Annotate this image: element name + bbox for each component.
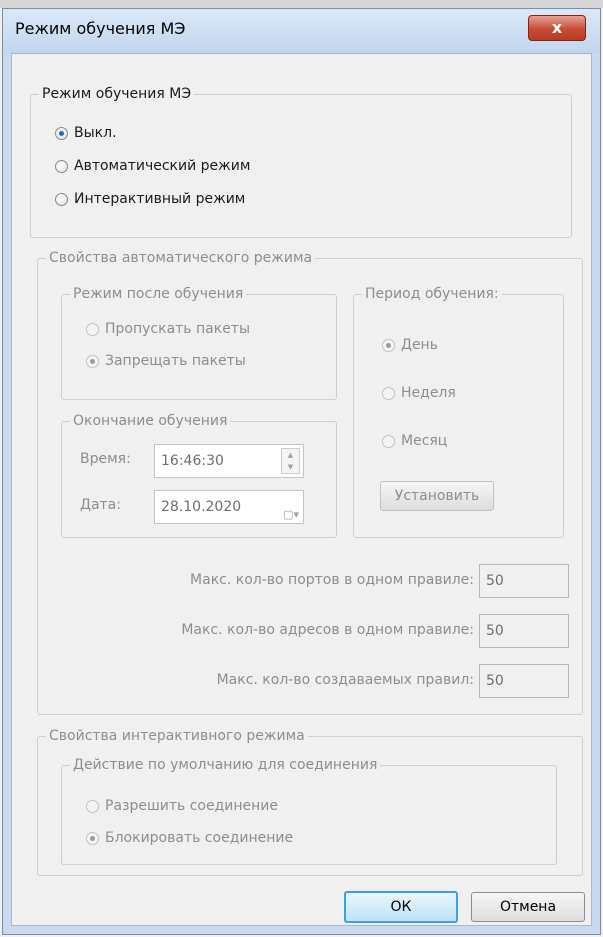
dialog-client: Режим обучения МЭ Выкл. Автоматический р… — [11, 53, 592, 926]
period-group: Период обучения: День Неделя Месяц Устан… — [353, 284, 564, 538]
default-action-group: Действие по умолчанию для соединения Раз… — [61, 755, 557, 865]
radio-button-icon — [86, 831, 99, 845]
radio-button-icon — [382, 434, 395, 448]
ok-button-label: ОК — [390, 899, 412, 915]
radio-label: Запрещать пакеты — [105, 353, 246, 369]
radio-button-icon — [86, 799, 99, 813]
limit-rules-value: 50 — [486, 673, 504, 689]
radio-label: Неделя — [401, 385, 456, 401]
radio-label: Автоматический режим — [74, 158, 251, 174]
dialog-window: Режим обучения МЭ x Режим обучения МЭ Вы… — [2, 8, 601, 935]
limit-rules-label: Макс. кол-во создаваемых правил: — [216, 672, 474, 688]
limit-addresses-label: Макс. кол-во адресов в одном правиле: — [181, 622, 474, 638]
limit-addresses-field[interactable]: 50 — [479, 614, 569, 648]
limit-ports-field[interactable]: 50 — [479, 564, 569, 598]
radio-button-icon — [55, 159, 68, 173]
radio-button-icon — [86, 354, 99, 368]
radio-period-week[interactable]: Неделя — [382, 385, 456, 401]
cancel-button-label: Отмена — [499, 899, 557, 915]
time-spinner[interactable]: ▲ ▼ — [281, 448, 300, 474]
interactive-props-group: Свойства интерактивного режима Действие … — [37, 726, 583, 876]
date-label: Дата: — [80, 497, 121, 513]
interactive-props-caption: Свойства интерактивного режима — [46, 726, 308, 746]
radio-mode-off[interactable]: Выкл. — [55, 125, 117, 141]
auto-props-group: Свойства автоматического режима Режим по… — [37, 248, 583, 715]
spin-down-icon: ▼ — [287, 463, 294, 471]
set-button[interactable]: Установить — [380, 481, 494, 511]
radio-allow-connection[interactable]: Разрешить соединение — [86, 798, 278, 814]
radio-label: Блокировать соединение — [105, 830, 294, 846]
limit-addresses-value: 50 — [486, 623, 504, 639]
spin-up-icon: ▲ — [287, 451, 294, 459]
title-bar: Режим обучения МЭ x — [3, 9, 600, 53]
limit-ports-label: Макс. кол-во портов в одном правиле: — [190, 572, 474, 588]
radio-period-month[interactable]: Месяц — [382, 433, 447, 449]
ok-button[interactable]: ОК — [344, 891, 458, 923]
radio-label: Интерактивный режим — [74, 191, 246, 207]
calendar-dropdown-icon[interactable]: ▢▾ — [283, 499, 299, 531]
radio-label: Выкл. — [74, 125, 117, 141]
end-learning-caption: Окончание обучения — [70, 411, 231, 431]
radio-label: Разрешить соединение — [105, 798, 279, 814]
radio-button-icon — [55, 126, 68, 140]
radio-label: Пропускать пакеты — [105, 321, 251, 337]
limit-rules-field[interactable]: 50 — [479, 664, 569, 698]
after-learning-group: Режим после обучения Пропускать пакеты З… — [61, 284, 337, 400]
radio-label: День — [401, 337, 438, 353]
radio-button-icon — [86, 322, 99, 336]
radio-mode-interactive[interactable]: Интерактивный режим — [55, 191, 245, 207]
default-action-caption: Действие по умолчанию для соединения — [70, 755, 381, 775]
period-caption: Период обучения: — [362, 284, 502, 304]
date-field[interactable]: 28.10.2020 ▢▾ — [154, 490, 304, 524]
set-button-label: Установить — [394, 488, 480, 504]
cancel-button[interactable]: Отмена — [471, 892, 585, 922]
close-icon: x — [551, 18, 563, 37]
limit-ports-value: 50 — [486, 573, 504, 589]
radio-button-icon — [382, 386, 395, 400]
after-learning-caption: Режим после обучения — [70, 284, 247, 304]
close-button[interactable]: x — [528, 15, 586, 41]
radio-deny-packets[interactable]: Запрещать пакеты — [86, 353, 246, 369]
radio-label: Месяц — [401, 433, 448, 449]
end-learning-group: Окончание обучения Время: 16:46:30 ▲ ▼ Д… — [61, 411, 337, 538]
radio-button-icon — [55, 192, 68, 206]
dialog-title: Режим обучения МЭ — [15, 19, 186, 38]
radio-button-icon — [382, 338, 395, 352]
time-value: 16:46:30 — [161, 453, 224, 469]
radio-period-day[interactable]: День — [382, 337, 438, 353]
mode-group: Режим обучения МЭ Выкл. Автоматический р… — [30, 84, 572, 238]
mode-group-caption: Режим обучения МЭ — [39, 84, 195, 104]
auto-props-caption: Свойства автоматического режима — [46, 248, 316, 268]
radio-block-connection[interactable]: Блокировать соединение — [86, 830, 293, 846]
top-strip — [0, 0, 603, 8]
radio-mode-auto[interactable]: Автоматический режим — [55, 158, 250, 174]
time-field[interactable]: 16:46:30 ▲ ▼ — [154, 444, 304, 478]
radio-pass-packets[interactable]: Пропускать пакеты — [86, 321, 250, 337]
date-value: 28.10.2020 — [161, 499, 242, 515]
time-label: Время: — [80, 451, 131, 467]
